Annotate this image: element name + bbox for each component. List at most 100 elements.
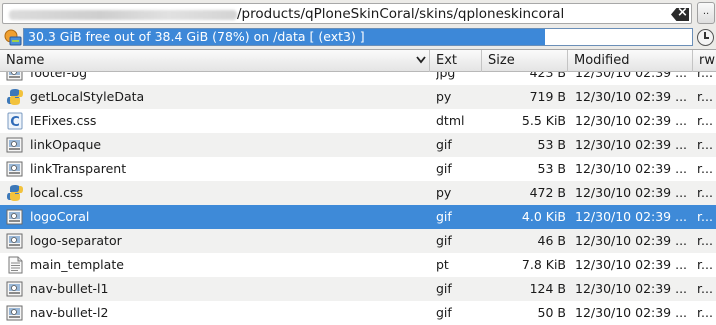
column-header-modified[interactable]: Modified (568, 50, 693, 72)
file-modified: 12/30/10 02:39 ... (575, 209, 688, 224)
column-header-ext-label: Ext (436, 53, 458, 68)
file-size: 5.5 KiB (521, 113, 566, 128)
file-row[interactable]: nav-bullet-l1 gif 124 B 12/30/10 02:39 ... r… (0, 277, 716, 301)
image-file-icon (6, 304, 24, 322)
file-manager-panel: /products/qPloneSkinCoral/skins/qplonesk… (0, 0, 716, 325)
text-file-icon (6, 256, 24, 274)
python-file-icon (6, 88, 24, 106)
file-ext: dtml (436, 113, 465, 128)
file-ext: gif (436, 281, 452, 296)
python-file-icon (6, 184, 24, 202)
up-directory-button[interactable]: .. (697, 2, 715, 24)
file-size: 124 B (529, 281, 566, 296)
column-header-name-label: Name (6, 53, 45, 68)
file-row[interactable]: C IEFixes.css dtml 5.5 KiB 12/30/10 02:39 ..… (0, 109, 716, 133)
file-name: logoCoral (30, 209, 90, 224)
file-permissions: r... (697, 305, 713, 320)
image-file-icon (6, 72, 24, 82)
file-size: 50 B (537, 305, 566, 320)
file-name: local.css (30, 185, 83, 200)
file-row[interactable]: logoCoral gif 4.0 KiB 12/30/10 02:39 ... r..… (0, 205, 716, 229)
clear-text-icon[interactable] (671, 8, 689, 21)
file-name: footer-bg (30, 72, 88, 80)
file-list-body: footer-bg jpg 423 B 12/30/10 02:39 ... r... g… (0, 72, 716, 325)
column-header-name[interactable]: Name (0, 50, 430, 72)
file-modified: 12/30/10 02:39 ... (575, 257, 688, 272)
file-permissions: r... (697, 113, 713, 128)
column-header-rw-label: rw (699, 53, 715, 68)
image-file-icon (6, 232, 24, 250)
file-ext: gif (436, 233, 452, 248)
file-name: linkTransparent (30, 161, 127, 176)
file-name: nav-bullet-l1 (30, 281, 109, 296)
file-permissions: r... (697, 161, 713, 176)
column-header-modified-label: Modified (574, 53, 630, 68)
file-name: main_template (30, 257, 124, 272)
file-row[interactable]: logo-separator gif 46 B 12/30/10 02:39 ... r… (0, 229, 716, 253)
file-permissions: r... (697, 185, 713, 200)
file-row[interactable]: nav-bullet-l2 gif 50 B 12/30/10 02:39 ... r.… (0, 301, 716, 325)
file-row[interactable]: main_template pt 7.8 KiB 12/30/10 02:39 ...… (0, 253, 716, 277)
file-row[interactable]: getLocalStyleData py 719 B 12/30/10 02:39 .… (0, 85, 716, 109)
file-modified: 12/30/10 02:39 ... (575, 89, 688, 104)
file-row[interactable]: footer-bg jpg 423 B 12/30/10 02:39 ... r... (0, 72, 716, 85)
file-size: 7.8 KiB (521, 257, 566, 272)
file-permissions: r... (697, 209, 713, 224)
column-header-size-label: Size (488, 53, 515, 68)
file-size: 53 B (537, 137, 566, 152)
disk-usage-text: 30.3 GiB free out of 38.4 GiB (78%) on /… (28, 29, 365, 44)
file-row[interactable]: linkOpaque gif 53 B 12/30/10 02:39 ... r... (0, 133, 716, 157)
file-size: 53 B (537, 161, 566, 176)
file-permissions: r... (697, 233, 713, 248)
sort-descending-icon (416, 56, 426, 64)
file-ext: py (436, 89, 452, 104)
file-name: logo-separator (30, 233, 122, 248)
column-header-rw[interactable]: rw (693, 50, 716, 72)
file-permissions: r... (697, 72, 713, 80)
file-name: getLocalStyleData (30, 89, 145, 104)
image-file-icon (6, 160, 24, 178)
file-permissions: r... (697, 89, 713, 104)
places-icon[interactable] (4, 29, 22, 46)
image-file-icon (6, 280, 24, 298)
image-file-icon (6, 136, 24, 154)
file-modified: 12/30/10 02:39 ... (575, 233, 688, 248)
file-size: 4.0 KiB (521, 209, 566, 224)
column-header-size[interactable]: Size (482, 50, 568, 72)
disk-usage-bar: 30.3 GiB free out of 38.4 GiB (78%) on /… (0, 27, 716, 48)
file-name: linkOpaque (30, 137, 102, 152)
file-row[interactable]: local.css py 472 B 12/30/10 02:39 ... r... (0, 181, 716, 205)
file-size: 472 B (529, 185, 566, 200)
file-modified: 12/30/10 02:39 ... (575, 113, 688, 128)
file-ext: py (436, 185, 452, 200)
image-file-icon (6, 208, 24, 226)
css-file-icon: C (6, 112, 24, 130)
file-row[interactable]: linkTransparent gif 53 B 12/30/10 02:39 ...… (0, 157, 716, 181)
history-clock-icon[interactable] (697, 29, 714, 46)
file-modified: 12/30/10 02:39 ... (575, 137, 688, 152)
file-permissions: r... (697, 137, 713, 152)
file-ext: gif (436, 137, 452, 152)
file-name: nav-bullet-l2 (30, 305, 109, 320)
file-ext: gif (436, 161, 452, 176)
disk-usage-meter: 30.3 GiB free out of 38.4 GiB (78%) on /… (23, 28, 693, 46)
file-size: 423 B (529, 72, 566, 80)
file-modified: 12/30/10 02:39 ... (575, 72, 688, 80)
file-ext: gif (436, 209, 452, 224)
file-rows: footer-bg jpg 423 B 12/30/10 02:39 ... r... g… (0, 72, 716, 325)
location-bar: /products/qPloneSkinCoral/skins/qplonesk… (0, 0, 716, 27)
file-modified: 12/30/10 02:39 ... (575, 161, 688, 176)
path-text: /products/qPloneSkinCoral/skins/qplonesk… (237, 6, 565, 22)
file-size: 46 B (537, 233, 566, 248)
column-header-ext[interactable]: Ext (430, 50, 482, 72)
file-permissions: r... (697, 281, 713, 296)
file-modified: 12/30/10 02:39 ... (575, 305, 688, 320)
file-size: 719 B (529, 89, 566, 104)
path-input[interactable]: /products/qPloneSkinCoral/skins/qplonesk… (2, 3, 692, 24)
file-modified: 12/30/10 02:39 ... (575, 281, 688, 296)
file-name: IEFixes.css (30, 113, 97, 128)
file-modified: 12/30/10 02:39 ... (575, 185, 688, 200)
svg-text:C: C (10, 115, 20, 130)
path-blurred-prefix (9, 10, 237, 20)
file-list: Name Ext Size Modified rw footer-bg jpg 42… (0, 49, 716, 325)
